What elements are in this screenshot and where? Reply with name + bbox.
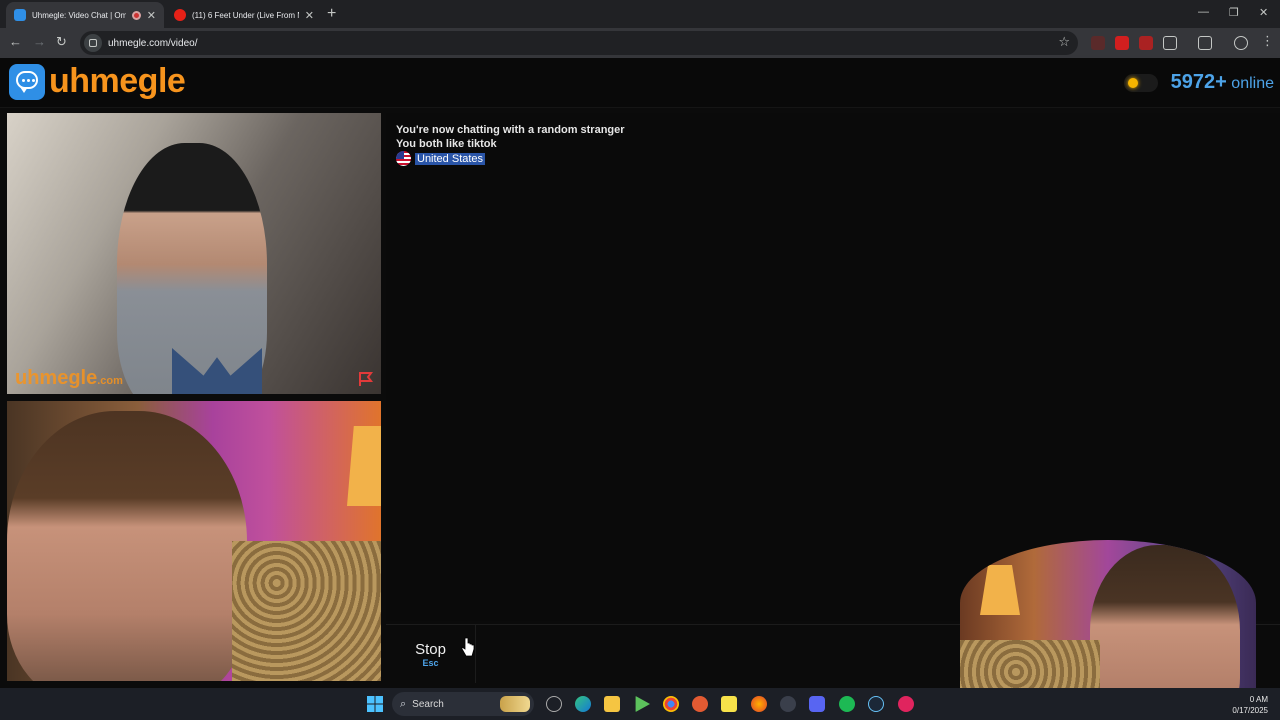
url-text: uhmegle.com/video/ <box>108 37 198 49</box>
tab-youtube[interactable]: (11) 6 Feet Under (Live From M ✕ <box>166 2 322 28</box>
site-info-icon[interactable] <box>84 34 102 52</box>
self-person <box>7 411 247 681</box>
site-header: uhmegle 5972+ online <box>0 58 1280 108</box>
close-tab-icon[interactable]: ✕ <box>305 9 314 22</box>
maximize-icon[interactable]: ❐ <box>1229 6 1239 19</box>
chrome-icon[interactable] <box>663 696 679 712</box>
extension-1-icon[interactable] <box>1091 36 1105 50</box>
common-interest-message: You both like tiktok <box>396 138 497 150</box>
taskbar-app-13-icon[interactable] <box>898 696 914 712</box>
stop-shortcut: Esc <box>422 658 439 668</box>
extension-3-icon[interactable] <box>1139 36 1153 50</box>
minimize-icon[interactable]: — <box>1198 6 1209 18</box>
taskbar-app-6-icon[interactable] <box>692 696 708 712</box>
report-flag-icon[interactable] <box>357 371 375 387</box>
windows-taskbar: ⌕ Search 0 AM 0/17/2025 <box>0 688 1280 720</box>
sun-icon <box>1128 78 1138 88</box>
search-placeholder: Search <box>412 698 444 710</box>
windows-start-icon[interactable] <box>367 696 383 712</box>
search-highlight-icon <box>500 696 530 712</box>
firefox-icon[interactable] <box>751 696 767 712</box>
search-icon: ⌕ <box>400 697 407 710</box>
system-message: You're now chatting with a random strang… <box>396 124 625 136</box>
taskbar-app-1-icon[interactable] <box>546 696 562 712</box>
clock-time: 0 AM <box>1249 695 1268 704</box>
patterned-couch <box>232 541 381 681</box>
back-icon[interactable]: ← <box>9 34 22 49</box>
recording-indicator-icon <box>131 10 141 20</box>
close-tab-icon[interactable]: ✕ <box>147 9 156 22</box>
extensions-icon[interactable] <box>1163 36 1177 50</box>
online-count: 5972+ <box>1170 71 1227 93</box>
discord-icon[interactable] <box>809 696 825 712</box>
extension-2-icon[interactable] <box>1115 36 1129 50</box>
new-tab-icon[interactable]: + <box>327 5 336 23</box>
profile-icon[interactable] <box>1234 36 1248 50</box>
edge-icon[interactable] <box>575 696 591 712</box>
spotify-icon[interactable] <box>839 696 855 712</box>
bookmark-star-icon[interactable]: ☆ <box>1058 34 1070 50</box>
online-counter: 5972+ online <box>1171 71 1274 94</box>
site-logo-text[interactable]: uhmegle <box>49 62 186 101</box>
address-bar[interactable]: uhmegle.com/video/ ☆ <box>80 31 1078 55</box>
self-video <box>7 401 381 681</box>
stranger-country: United States <box>396 151 486 166</box>
system-clock[interactable]: 0 AM 0/17/2025 <box>1232 694 1268 716</box>
us-flag-icon <box>396 151 411 166</box>
file-explorer-icon[interactable] <box>604 696 620 712</box>
stranger-person <box>117 143 267 394</box>
clock-date: 0/17/2025 <box>1232 706 1268 715</box>
sticky-notes-icon[interactable] <box>721 696 737 712</box>
browser-tab-strip: Uhmegle: Video Chat | Om ✕ (11) 6 Feet U… <box>0 0 1280 28</box>
overlay-lamp <box>980 565 1020 615</box>
stranger-video: uhmegle.com <box>7 113 381 394</box>
lamp <box>347 426 381 506</box>
taskbar-search[interactable]: ⌕ Search <box>392 692 534 716</box>
uhmegle-watermark: uhmegle.com <box>15 367 123 389</box>
menu-icon[interactable]: ⋮ <box>1261 33 1274 49</box>
window-close-icon[interactable]: ✕ <box>1259 6 1268 19</box>
youtube-favicon-icon <box>174 9 186 21</box>
steam-icon[interactable] <box>868 696 884 712</box>
address-toolbar: ← → ↻ uhmegle.com/video/ ☆ ⋮ <box>0 28 1280 58</box>
mouse-cursor-icon <box>461 637 475 657</box>
uhmegle-logo-icon[interactable] <box>9 64 45 100</box>
forward-icon[interactable]: → <box>33 34 46 49</box>
uhmegle-favicon-icon <box>14 9 26 21</box>
message-input[interactable] <box>478 627 962 681</box>
taskbar-app-9-icon[interactable] <box>780 696 796 712</box>
online-label: online <box>1231 75 1274 92</box>
side-panel-icon[interactable] <box>1198 36 1212 50</box>
country-name: United States <box>415 152 486 165</box>
tab-title: (11) 6 Feet Under (Live From M <box>192 10 299 20</box>
media-player-icon[interactable] <box>635 696 650 712</box>
tab-title: Uhmegle: Video Chat | Om <box>32 10 126 20</box>
reload-icon[interactable]: ↻ <box>56 34 67 50</box>
tab-uhmegle[interactable]: Uhmegle: Video Chat | Om ✕ <box>6 2 164 28</box>
theme-toggle[interactable] <box>1124 74 1158 92</box>
